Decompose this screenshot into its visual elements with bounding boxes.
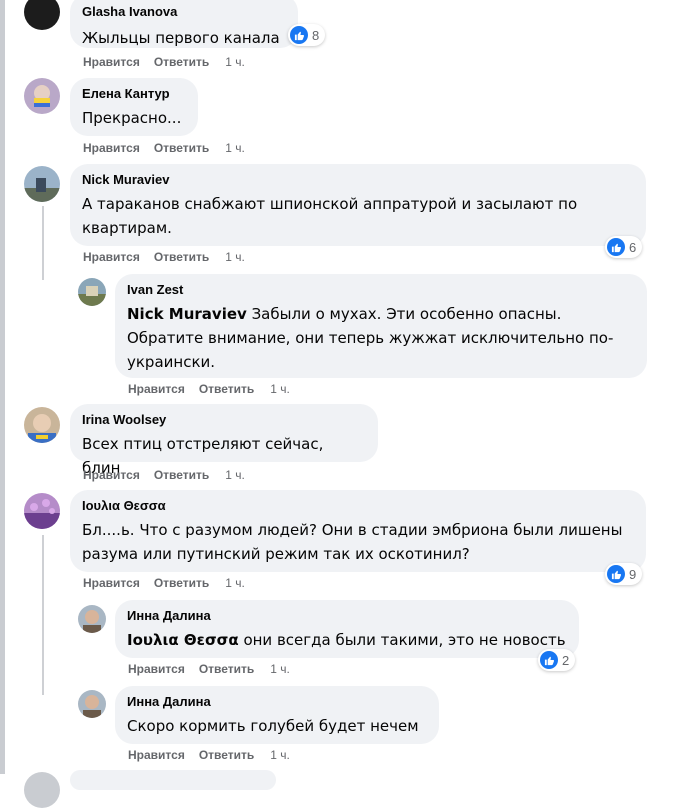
page-border <box>0 0 5 774</box>
reaction-number: 9 <box>629 566 637 582</box>
avatar[interactable] <box>24 0 60 30</box>
like-icon <box>290 26 308 44</box>
comment-time[interactable]: 1 ч. <box>270 662 290 676</box>
comment-time[interactable]: 1 ч. <box>225 576 245 590</box>
avatar[interactable] <box>24 772 60 808</box>
reply-button[interactable]: Ответить <box>154 576 209 590</box>
comment-time[interactable]: 1 ч. <box>225 468 245 482</box>
reaction-count[interactable]: 9 <box>605 563 643 585</box>
reaction-count[interactable]: 2 <box>538 649 576 671</box>
comment-actions: Нравится Ответить 1 ч. <box>83 467 259 483</box>
mention-link[interactable]: Ιουλια Θεσσα <box>127 631 239 649</box>
reaction-count[interactable]: 8 <box>288 24 326 46</box>
comment-text: Прекрасно... <box>82 109 182 127</box>
like-button[interactable]: Нравится <box>83 250 140 264</box>
reply-button[interactable]: Ответить <box>199 662 254 676</box>
avatar[interactable] <box>24 78 60 114</box>
avatar[interactable] <box>78 605 106 633</box>
comment-text: Nick Muraviev Забыли о мухах. Эти особен… <box>127 302 635 374</box>
like-button[interactable]: Нравится <box>83 576 140 590</box>
comment-bubble: Ivan Zest Nick Muraviev Забыли о мухах. … <box>115 274 647 378</box>
comment-bubble: Irina Woolsey Всех птиц отстреляют сейча… <box>70 404 378 477</box>
comment-author[interactable]: Инна Далина <box>127 694 427 710</box>
comment-bubble: Glasha Ivanova Жыльцы первого канала <box>70 0 298 48</box>
reaction-number: 2 <box>562 652 570 668</box>
like-button[interactable]: Нравится <box>128 748 185 762</box>
like-button[interactable]: Нравится <box>83 468 140 482</box>
avatar[interactable] <box>24 166 60 202</box>
like-icon <box>540 651 558 669</box>
reaction-number: 6 <box>629 239 637 255</box>
comment-time[interactable]: 1 ч. <box>270 382 290 396</box>
comment-time[interactable]: 1 ч. <box>225 141 245 155</box>
like-button[interactable]: Нравится <box>83 55 140 69</box>
reaction-count[interactable]: 6 <box>605 236 643 258</box>
comment-actions: Нравится Ответить 1 ч. <box>128 381 304 397</box>
reply-button[interactable]: Ответить <box>154 250 209 264</box>
comment-time[interactable]: 1 ч. <box>225 55 245 69</box>
avatar[interactable] <box>78 278 106 306</box>
reply-button[interactable]: Ответить <box>154 141 209 155</box>
thread-line <box>42 206 44 280</box>
reply-button[interactable]: Ответить <box>199 382 254 396</box>
comment-bubble: Елена Кантур Прекрасно... <box>70 78 198 136</box>
comment-bubble: Nick Muraviev А тараканов снабжают шпион… <box>70 164 646 246</box>
avatar[interactable] <box>24 493 60 529</box>
thread-line <box>42 535 44 695</box>
comment-actions: Нравится Ответить 1 ч. <box>83 140 259 156</box>
comment-actions: Нравится Ответить 1 ч. <box>128 661 304 677</box>
comment-author[interactable]: Инна Далина <box>127 608 567 624</box>
like-button[interactable]: Нравится <box>128 382 185 396</box>
comment-time[interactable]: 1 ч. <box>225 250 245 264</box>
comment-author[interactable]: Glasha Ivanova <box>82 4 286 20</box>
like-icon <box>607 565 625 583</box>
comment-author[interactable]: Nick Muraviev <box>82 172 634 188</box>
avatar[interactable] <box>24 407 60 443</box>
reply-button[interactable]: Ответить <box>199 748 254 762</box>
like-button[interactable]: Нравится <box>128 662 185 676</box>
comment-time[interactable]: 1 ч. <box>270 748 290 762</box>
comment-actions: Нравится Ответить 1 ч. <box>83 575 259 591</box>
comment-text: Скоро кормить голубей будет нечем <box>127 717 419 735</box>
avatar[interactable] <box>78 690 106 718</box>
comment-body: они всегда были такими, это не новость <box>243 631 566 649</box>
mention-link[interactable]: Nick Muraviev <box>127 305 247 323</box>
comment-bubble: Инна Далина Скоро кормить голубей будет … <box>115 686 439 744</box>
comment-text: Ιουλια Θεσσα они всегда были такими, это… <box>127 628 567 652</box>
like-button[interactable]: Нравится <box>83 141 140 155</box>
reply-button[interactable]: Ответить <box>154 55 209 69</box>
comment-text: А тараканов снабжают шпионской аппратуро… <box>82 195 578 237</box>
comment-bubble: Ιουλια Θεσσα Бл....ь. Что с разумом люде… <box>70 490 646 572</box>
comment-bubble-partial <box>70 770 276 790</box>
comment-author[interactable]: Ivan Zest <box>127 282 635 298</box>
reply-button[interactable]: Ответить <box>154 468 209 482</box>
reaction-number: 8 <box>312 27 320 43</box>
comment-bubble: Инна Далина Ιουλια Θεσσα они всегда были… <box>115 600 579 658</box>
comment-author[interactable]: Елена Кантур <box>82 86 186 102</box>
comment-text: Бл....ь. Что с разумом людей? Они в стад… <box>82 521 623 563</box>
comment-author[interactable]: Irina Woolsey <box>82 412 366 428</box>
comment-actions: Нравится Ответить 1 ч. <box>128 747 304 763</box>
comment-author[interactable]: Ιουλια Θεσσα <box>82 498 634 514</box>
comment-actions: Нравится Ответить 1 ч. <box>83 54 259 70</box>
comment-text: Жыльцы первого канала <box>82 29 280 47</box>
like-icon <box>607 238 625 256</box>
comment-actions: Нравится Ответить 1 ч. <box>83 249 259 265</box>
